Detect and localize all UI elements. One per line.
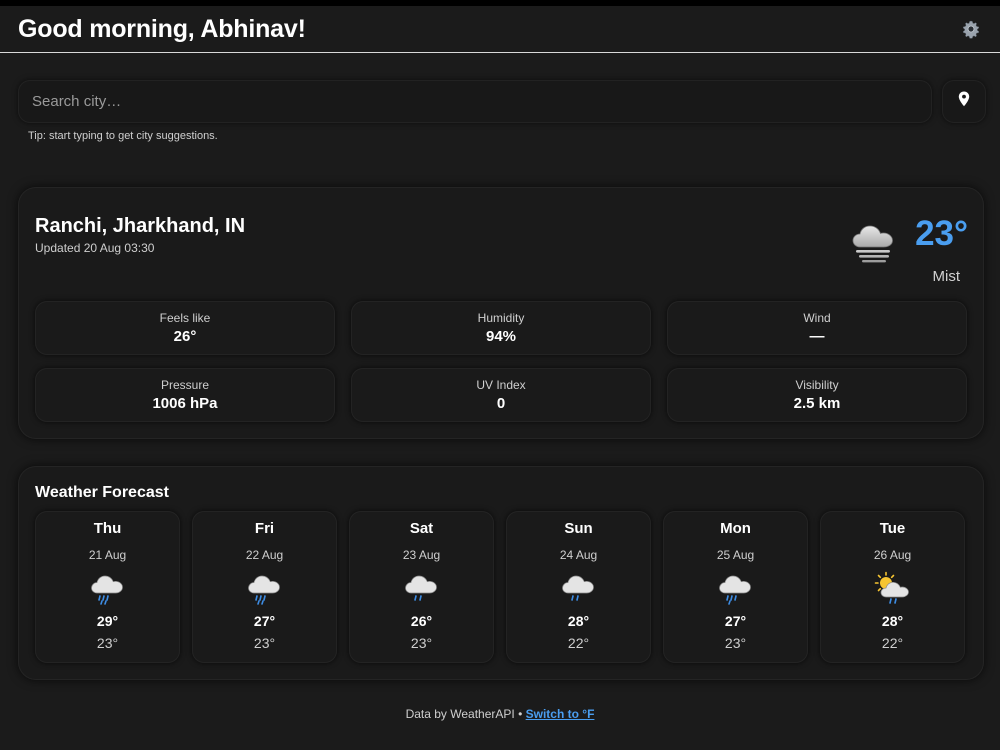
day-date: 26 Aug (873, 548, 912, 562)
search-row (18, 80, 986, 123)
location-pin-icon (958, 91, 970, 112)
day-min-temp: 23° (253, 635, 276, 651)
day-max-temp: 27° (724, 613, 747, 629)
stat-pressure: Pressure 1006 hPa (35, 368, 335, 422)
stat-label: Feels like (159, 311, 211, 325)
stat-wind: Wind — (667, 301, 967, 355)
stat-visibility: Visibility 2.5 km (667, 368, 967, 422)
stat-label: Wind (803, 311, 831, 325)
data-credit: Data by WeatherAPI • (405, 707, 526, 721)
stat-value: 1006 hPa (152, 395, 218, 412)
forecast-day: Mon 25 Aug 27° 23° (663, 511, 808, 663)
forecast-day: Tue 26 Aug 28° 22° (820, 511, 965, 663)
stat-value: — (809, 328, 825, 345)
stat-feels-like: Feels like 26° (35, 301, 335, 355)
day-name: Sat (409, 520, 434, 537)
stat-value: 94% (485, 328, 517, 345)
search-tip: Tip: start typing to get city suggestion… (28, 130, 218, 142)
rain-cloud-icon (403, 571, 441, 609)
day-max-temp: 26° (410, 613, 433, 629)
forecast-day: Sun 24 Aug 28° 22° (506, 511, 651, 663)
day-min-temp: 23° (724, 635, 747, 651)
location-name: Ranchi, Jharkhand, IN (35, 215, 246, 237)
stat-label: UV Index (476, 378, 526, 392)
day-date: 24 Aug (559, 548, 598, 562)
forecast-title: Weather Forecast (35, 484, 169, 501)
greeting-title: Good morning, Abhinav! (18, 14, 306, 43)
forecast-card: Weather Forecast Thu 21 Aug 29° 23° Fri … (18, 466, 984, 680)
forecast-day: Sat 23 Aug 26° 23° (349, 511, 494, 663)
current-weather-card: Ranchi, Jharkhand, IN Updated 20 Aug 03:… (18, 187, 984, 439)
day-name: Fri (254, 520, 275, 537)
day-min-temp: 22° (881, 635, 904, 651)
day-date: 22 Aug (245, 548, 284, 562)
stat-value: 0 (496, 395, 506, 412)
day-name: Tue (879, 520, 906, 537)
stat-value: 26° (173, 328, 197, 345)
day-date: 21 Aug (88, 548, 127, 562)
sun-rain-cloud-icon (874, 571, 912, 609)
day-name: Mon (720, 520, 751, 537)
day-max-temp: 27° (253, 613, 276, 629)
day-max-temp: 28° (881, 613, 904, 629)
day-max-temp: 29° (96, 613, 119, 629)
switch-unit-link[interactable]: Switch to °F (526, 707, 595, 721)
rain-cloud-icon (246, 571, 284, 609)
updated-time: Updated 20 Aug 03:30 (35, 241, 155, 255)
stat-label: Humidity (477, 311, 525, 325)
search-input[interactable] (18, 80, 932, 123)
day-min-temp: 23° (96, 635, 119, 651)
day-name: Sun (564, 520, 593, 537)
gear-icon[interactable] (960, 18, 982, 40)
app-header: Good morning, Abhinav! (0, 6, 1000, 53)
location-button[interactable] (942, 80, 986, 123)
forecast-day: Thu 21 Aug 29° 23° (35, 511, 180, 663)
mist-cloud-icon (850, 217, 898, 265)
rain-cloud-icon (560, 571, 598, 609)
day-date: 25 Aug (716, 548, 755, 562)
forecast-day: Fri 22 Aug 27° 23° (192, 511, 337, 663)
day-min-temp: 22° (567, 635, 590, 651)
rain-cloud-icon (89, 571, 127, 609)
current-temperature: 23° (915, 214, 968, 253)
current-condition: Mist (932, 268, 961, 285)
stat-label: Pressure (160, 378, 210, 392)
stat-value: 2.5 km (793, 395, 841, 412)
day-date: 23 Aug (402, 548, 441, 562)
day-min-temp: 23° (410, 635, 433, 651)
stat-uv-index: UV Index 0 (351, 368, 651, 422)
day-max-temp: 28° (567, 613, 590, 629)
footer: Data by WeatherAPI • Switch to °F (0, 707, 1000, 721)
day-name: Thu (93, 520, 122, 537)
rain-cloud-icon (717, 571, 755, 609)
stat-label: Visibility (795, 378, 839, 392)
stat-humidity: Humidity 94% (351, 301, 651, 355)
